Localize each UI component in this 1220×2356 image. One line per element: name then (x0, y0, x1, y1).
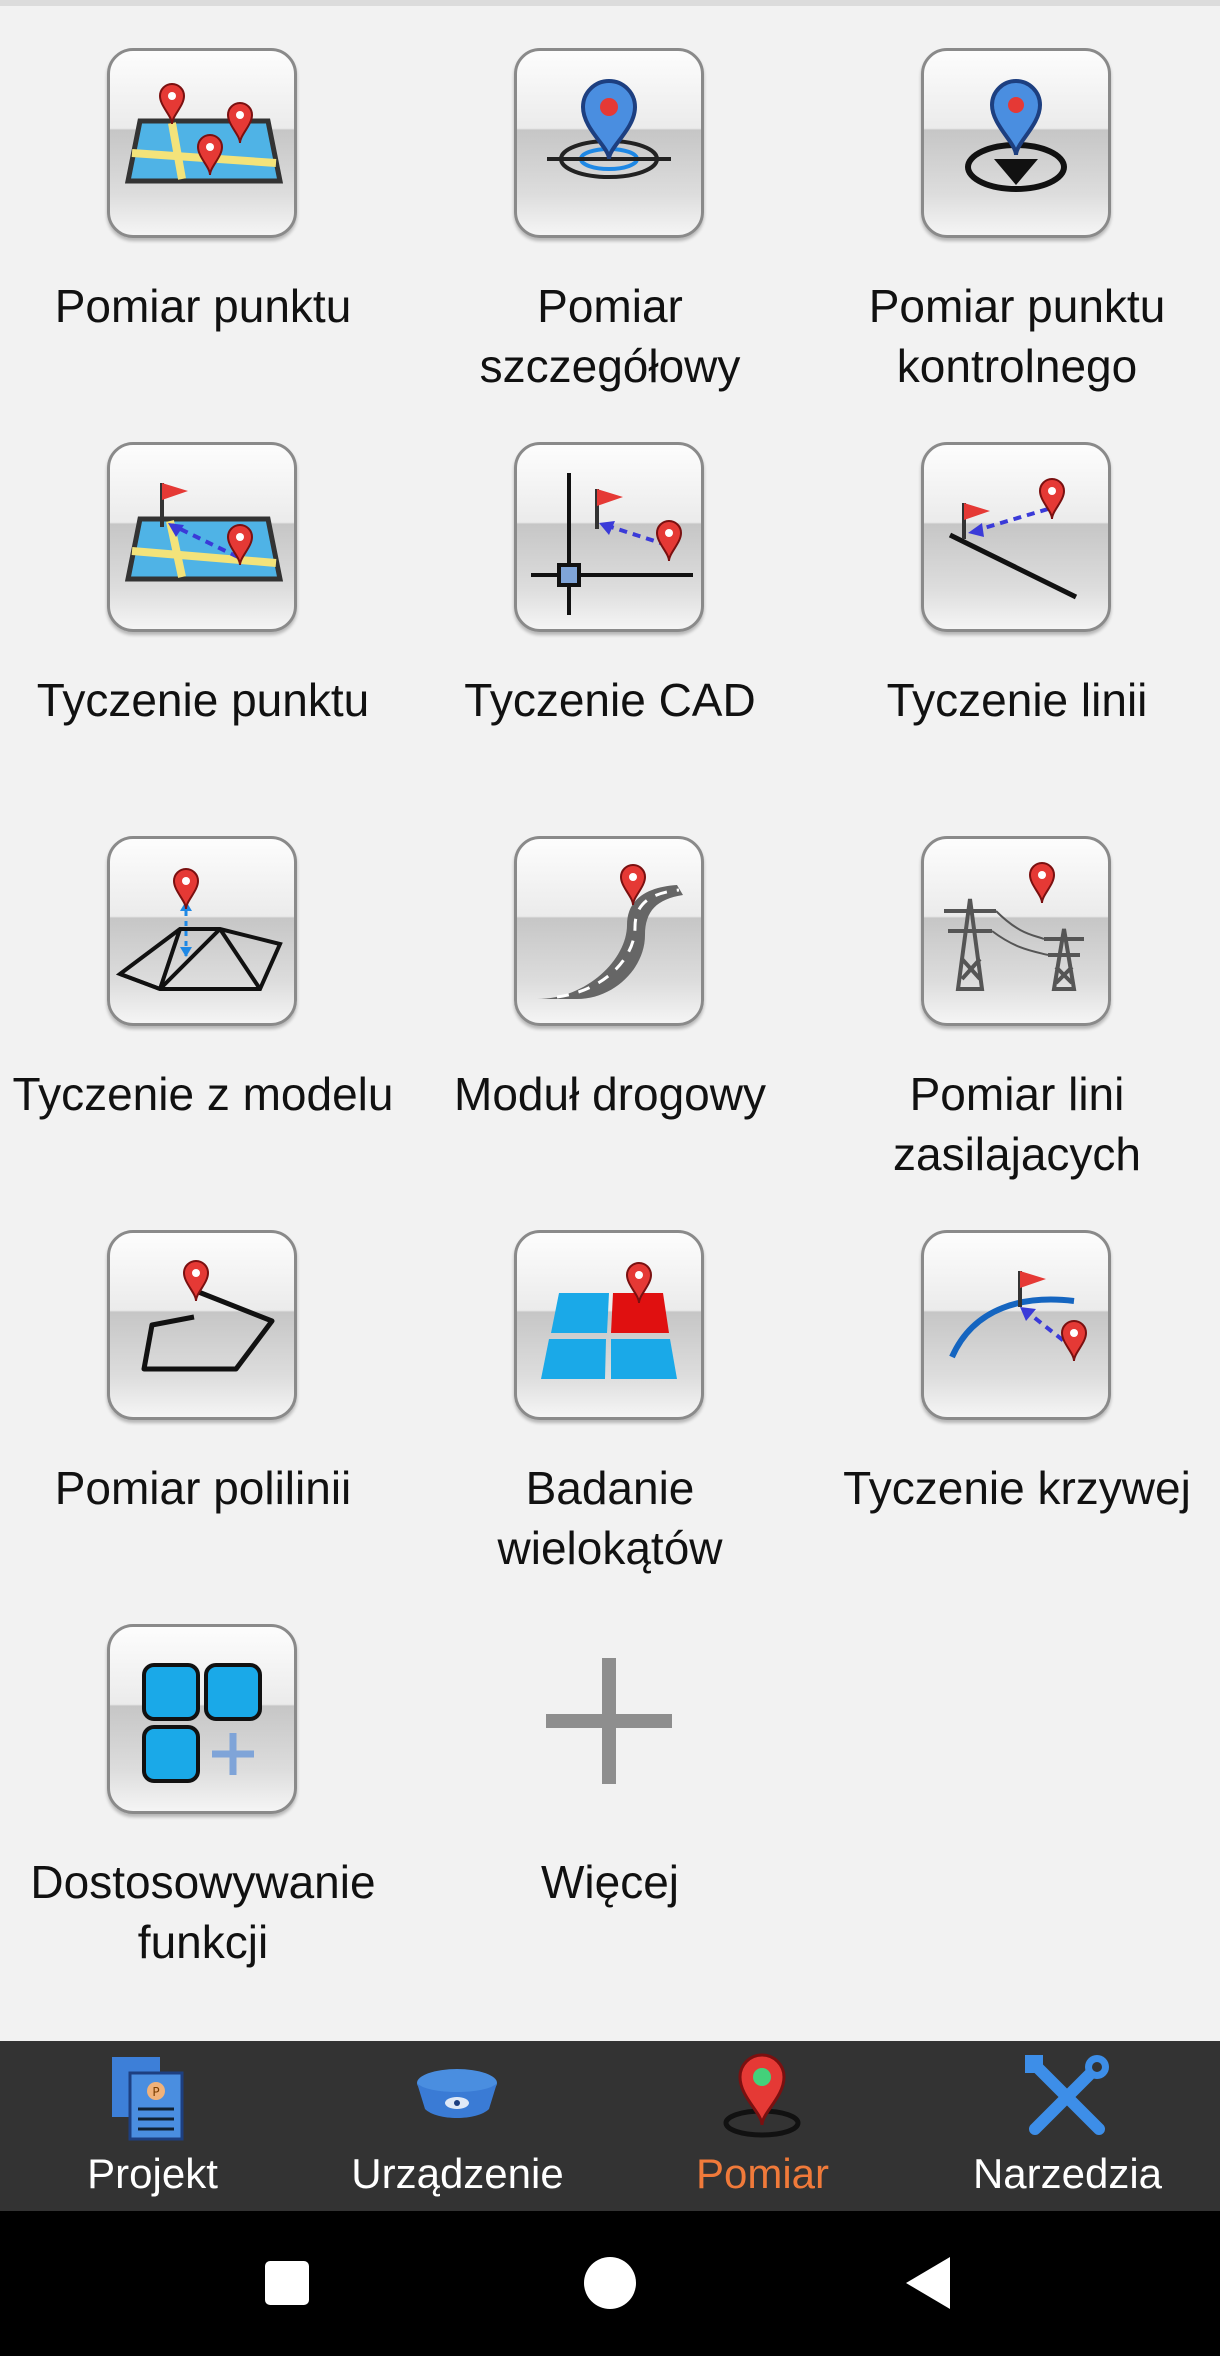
recents-icon[interactable] (257, 2253, 317, 2313)
customize-squares-icon (107, 1624, 297, 1814)
tyczenie-linii-button[interactable]: Tyczenie linii (814, 442, 1220, 802)
home-icon[interactable] (580, 2253, 640, 2313)
tyczenie-z-modelu-label: Tyczenie z modelu (12, 1068, 394, 1120)
nav-label-urzadzenie: Urządzenie (351, 2150, 564, 2197)
badanie-wielokatow-label: Badanie wielokątów (497, 1462, 723, 1574)
wiecej-label: Więcej (540, 1856, 680, 1908)
pomiar-punktu-kontrolnego-label: Pomiar punktu kontrolnego (868, 280, 1166, 392)
control-point-icon (921, 48, 1111, 238)
pomiar-polilinii-button[interactable]: Pomiar polilinii (0, 1230, 406, 1590)
detail-pin-icon (514, 48, 704, 238)
nav-label-projekt: Projekt (87, 2150, 218, 2197)
tyczenie-z-modelu-button[interactable]: Tyczenie z modelu (0, 836, 406, 1196)
pomiar-punktu-button[interactable]: Pomiar punktu (0, 48, 406, 408)
dostosowywanie-funkcji-button[interactable]: Dostosowywanie funkcji (0, 1624, 406, 1984)
wiecej-button[interactable]: Więcej (407, 1624, 813, 1984)
pomiar-punktu-kontrolnego-button[interactable]: Pomiar punktu kontrolnego (814, 48, 1220, 408)
dostosowywanie-funkcji-label: Dostosowywanie funkcji (30, 1856, 376, 1968)
survey-pin-icon (712, 2047, 812, 2147)
plus-icon (514, 1624, 704, 1814)
pomiar-szczegolowy-button[interactable]: Pomiar szczegółowy (407, 48, 813, 408)
tyczenie-punktu-label: Tyczenie punktu (36, 674, 370, 726)
nav-tab-pomiar[interactable]: Pomiar (610, 2041, 915, 2211)
line-stakeout-icon (921, 442, 1111, 632)
nav-tab-narzedzia[interactable]: Narzedzia (915, 2041, 1220, 2211)
pomiar-lini-zasilajacych-label: Pomiar lini zasilajacych (893, 1068, 1141, 1180)
nav-label-narzedzia: Narzedzia (972, 2150, 1163, 2197)
pomiar-lini-zasilajacych-button[interactable]: Pomiar lini zasilajacych (814, 836, 1220, 1196)
pomiar-polilinii-label: Pomiar polilinii (54, 1462, 352, 1514)
nav-tab-urzadzenie[interactable]: Urządzenie (305, 2041, 610, 2211)
back-icon[interactable] (900, 2253, 960, 2313)
polygon-grid-icon (514, 1230, 704, 1420)
tin-model-icon (107, 836, 297, 1026)
polyline-icon (107, 1230, 297, 1420)
modul-drogowy-button[interactable]: Moduł drogowy (407, 836, 813, 1196)
tyczenie-krzywej-label: Tyczenie krzywej (843, 1462, 1191, 1514)
project-documents-icon: P (102, 2047, 202, 2147)
modul-drogowy-label: Moduł drogowy (454, 1068, 766, 1120)
survey-function-grid: Pomiar punktu Pomiar szczegółowy Pomiar … (0, 0, 1220, 2040)
tyczenie-cad-button[interactable]: Tyczenie CAD (407, 442, 813, 802)
pomiar-szczegolowy-label: Pomiar szczegółowy (479, 280, 741, 392)
stakeout-map-icon (107, 442, 297, 632)
svg-text:P: P (152, 2085, 159, 2099)
power-tower-icon (921, 836, 1111, 1026)
cad-stakeout-icon (514, 442, 704, 632)
gnss-receiver-icon (407, 2047, 507, 2147)
nav-label-pomiar: Pomiar (695, 2150, 830, 2197)
pomiar-punktu-label: Pomiar punktu (54, 280, 352, 332)
map-pins-icon (107, 48, 297, 238)
badanie-wielokatow-button[interactable]: Badanie wielokątów (407, 1230, 813, 1590)
tools-icon (1017, 2047, 1117, 2147)
tyczenie-punktu-button[interactable]: Tyczenie punktu (0, 442, 406, 802)
tyczenie-cad-label: Tyczenie CAD (464, 674, 756, 726)
system-navigation-bar (0, 2211, 1220, 2356)
bottom-navigation: P Projekt Urządzenie Pomiar Narzedzia (0, 2041, 1220, 2211)
road-icon (514, 836, 704, 1026)
curve-stakeout-icon (921, 1230, 1111, 1420)
tyczenie-linii-label: Tyczenie linii (886, 674, 1148, 726)
nav-tab-projekt[interactable]: P Projekt (0, 2041, 305, 2211)
tyczenie-krzywej-button[interactable]: Tyczenie krzywej (814, 1230, 1220, 1590)
